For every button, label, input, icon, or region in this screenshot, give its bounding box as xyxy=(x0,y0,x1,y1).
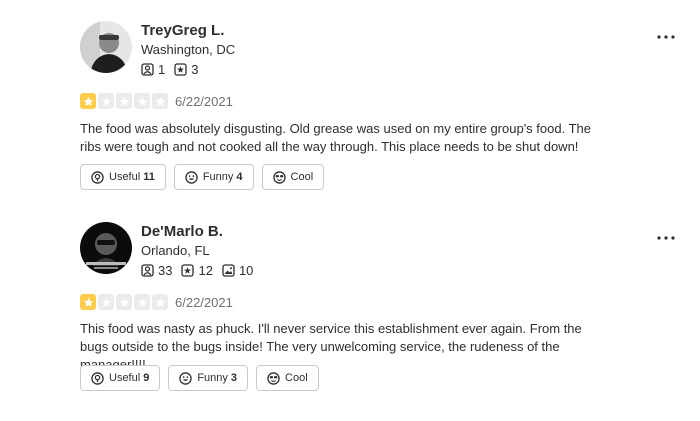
review-date: 6/22/2021 xyxy=(175,294,233,310)
star-icon xyxy=(116,294,132,310)
funny-count: 4 xyxy=(236,171,243,183)
rating-row: 6/22/2021 xyxy=(80,93,233,109)
lightbulb-icon xyxy=(91,371,104,385)
photos-stat: 10 xyxy=(222,263,253,278)
laugh-face-icon xyxy=(179,371,193,385)
review-star-icon xyxy=(181,264,195,277)
avatar[interactable] xyxy=(80,222,132,274)
funny-label: Funny xyxy=(197,372,228,384)
star-rating xyxy=(80,294,170,310)
friends-count: 33 xyxy=(158,263,173,278)
user-location: Orlando, FL xyxy=(141,243,210,258)
friends-stat: 1 xyxy=(141,62,165,77)
user-stats: 1 3 xyxy=(141,62,235,77)
lightbulb-icon xyxy=(91,170,104,184)
user-name[interactable]: De'Marlo B. xyxy=(141,223,262,241)
star-icon xyxy=(80,93,96,109)
reviews-count: 3 xyxy=(191,62,199,77)
user-stats: 33 12 10 xyxy=(141,263,262,278)
review-star-icon xyxy=(174,63,187,76)
friends-stat: 33 xyxy=(141,263,172,278)
sunglasses-face-icon xyxy=(267,371,280,385)
star-icon xyxy=(152,294,168,310)
star-icon xyxy=(98,294,114,310)
reaction-buttons: Useful 11 Funny 4 Cool xyxy=(80,164,332,190)
funny-button[interactable]: Funny 4 xyxy=(173,164,254,190)
reaction-buttons: Useful 9 Funny 3 Cool xyxy=(80,365,327,391)
friends-icon xyxy=(141,63,154,76)
cool-button[interactable]: Cool xyxy=(256,365,319,391)
funny-label: Funny xyxy=(202,171,234,183)
useful-button[interactable]: Useful 9 xyxy=(80,365,161,391)
reviews-stat: 3 xyxy=(174,62,198,77)
useful-label: Useful xyxy=(109,372,141,384)
useful-label: Useful xyxy=(109,171,141,183)
star-icon xyxy=(134,294,150,310)
more-options-button[interactable] xyxy=(657,227,675,245)
star-rating xyxy=(80,93,170,109)
friends-count: 1 xyxy=(158,62,166,77)
laugh-face-icon xyxy=(185,170,198,184)
user-location: Washington, DC xyxy=(141,42,236,57)
useful-button[interactable]: Useful 11 xyxy=(80,164,166,190)
photo-icon xyxy=(222,264,235,277)
more-options-button[interactable] xyxy=(657,26,675,44)
star-icon xyxy=(98,93,114,109)
user-info: De'Marlo B. Orlando, FL 33 12 10 xyxy=(141,223,262,278)
star-icon xyxy=(152,93,168,109)
friends-icon xyxy=(141,264,154,277)
cool-label: Cool xyxy=(285,372,308,384)
star-icon xyxy=(134,93,150,109)
review-date: 6/22/2021 xyxy=(175,93,233,109)
cool-label: Cool xyxy=(290,171,314,183)
review-text: The food was absolutely disgusting. Old … xyxy=(80,121,591,154)
reviews-count: 12 xyxy=(198,263,213,278)
funny-button[interactable]: Funny 3 xyxy=(168,365,249,391)
user-info: TreyGreg L. Washington, DC 1 3 xyxy=(141,22,235,77)
useful-count: 11 xyxy=(143,171,155,183)
photos-count: 10 xyxy=(238,263,254,278)
star-icon xyxy=(116,93,132,109)
more-dots-icon xyxy=(657,236,675,240)
rating-row: 6/22/2021 xyxy=(80,294,233,310)
star-icon xyxy=(80,294,96,310)
cool-button[interactable]: Cool xyxy=(261,164,325,190)
reviews-stat: 12 xyxy=(181,263,213,278)
useful-count: 9 xyxy=(143,372,150,384)
funny-count: 3 xyxy=(230,372,238,384)
more-dots-icon xyxy=(657,35,675,39)
avatar[interactable] xyxy=(80,21,132,73)
sunglasses-face-icon xyxy=(272,170,286,184)
user-name[interactable]: TreyGreg L. xyxy=(141,22,235,40)
